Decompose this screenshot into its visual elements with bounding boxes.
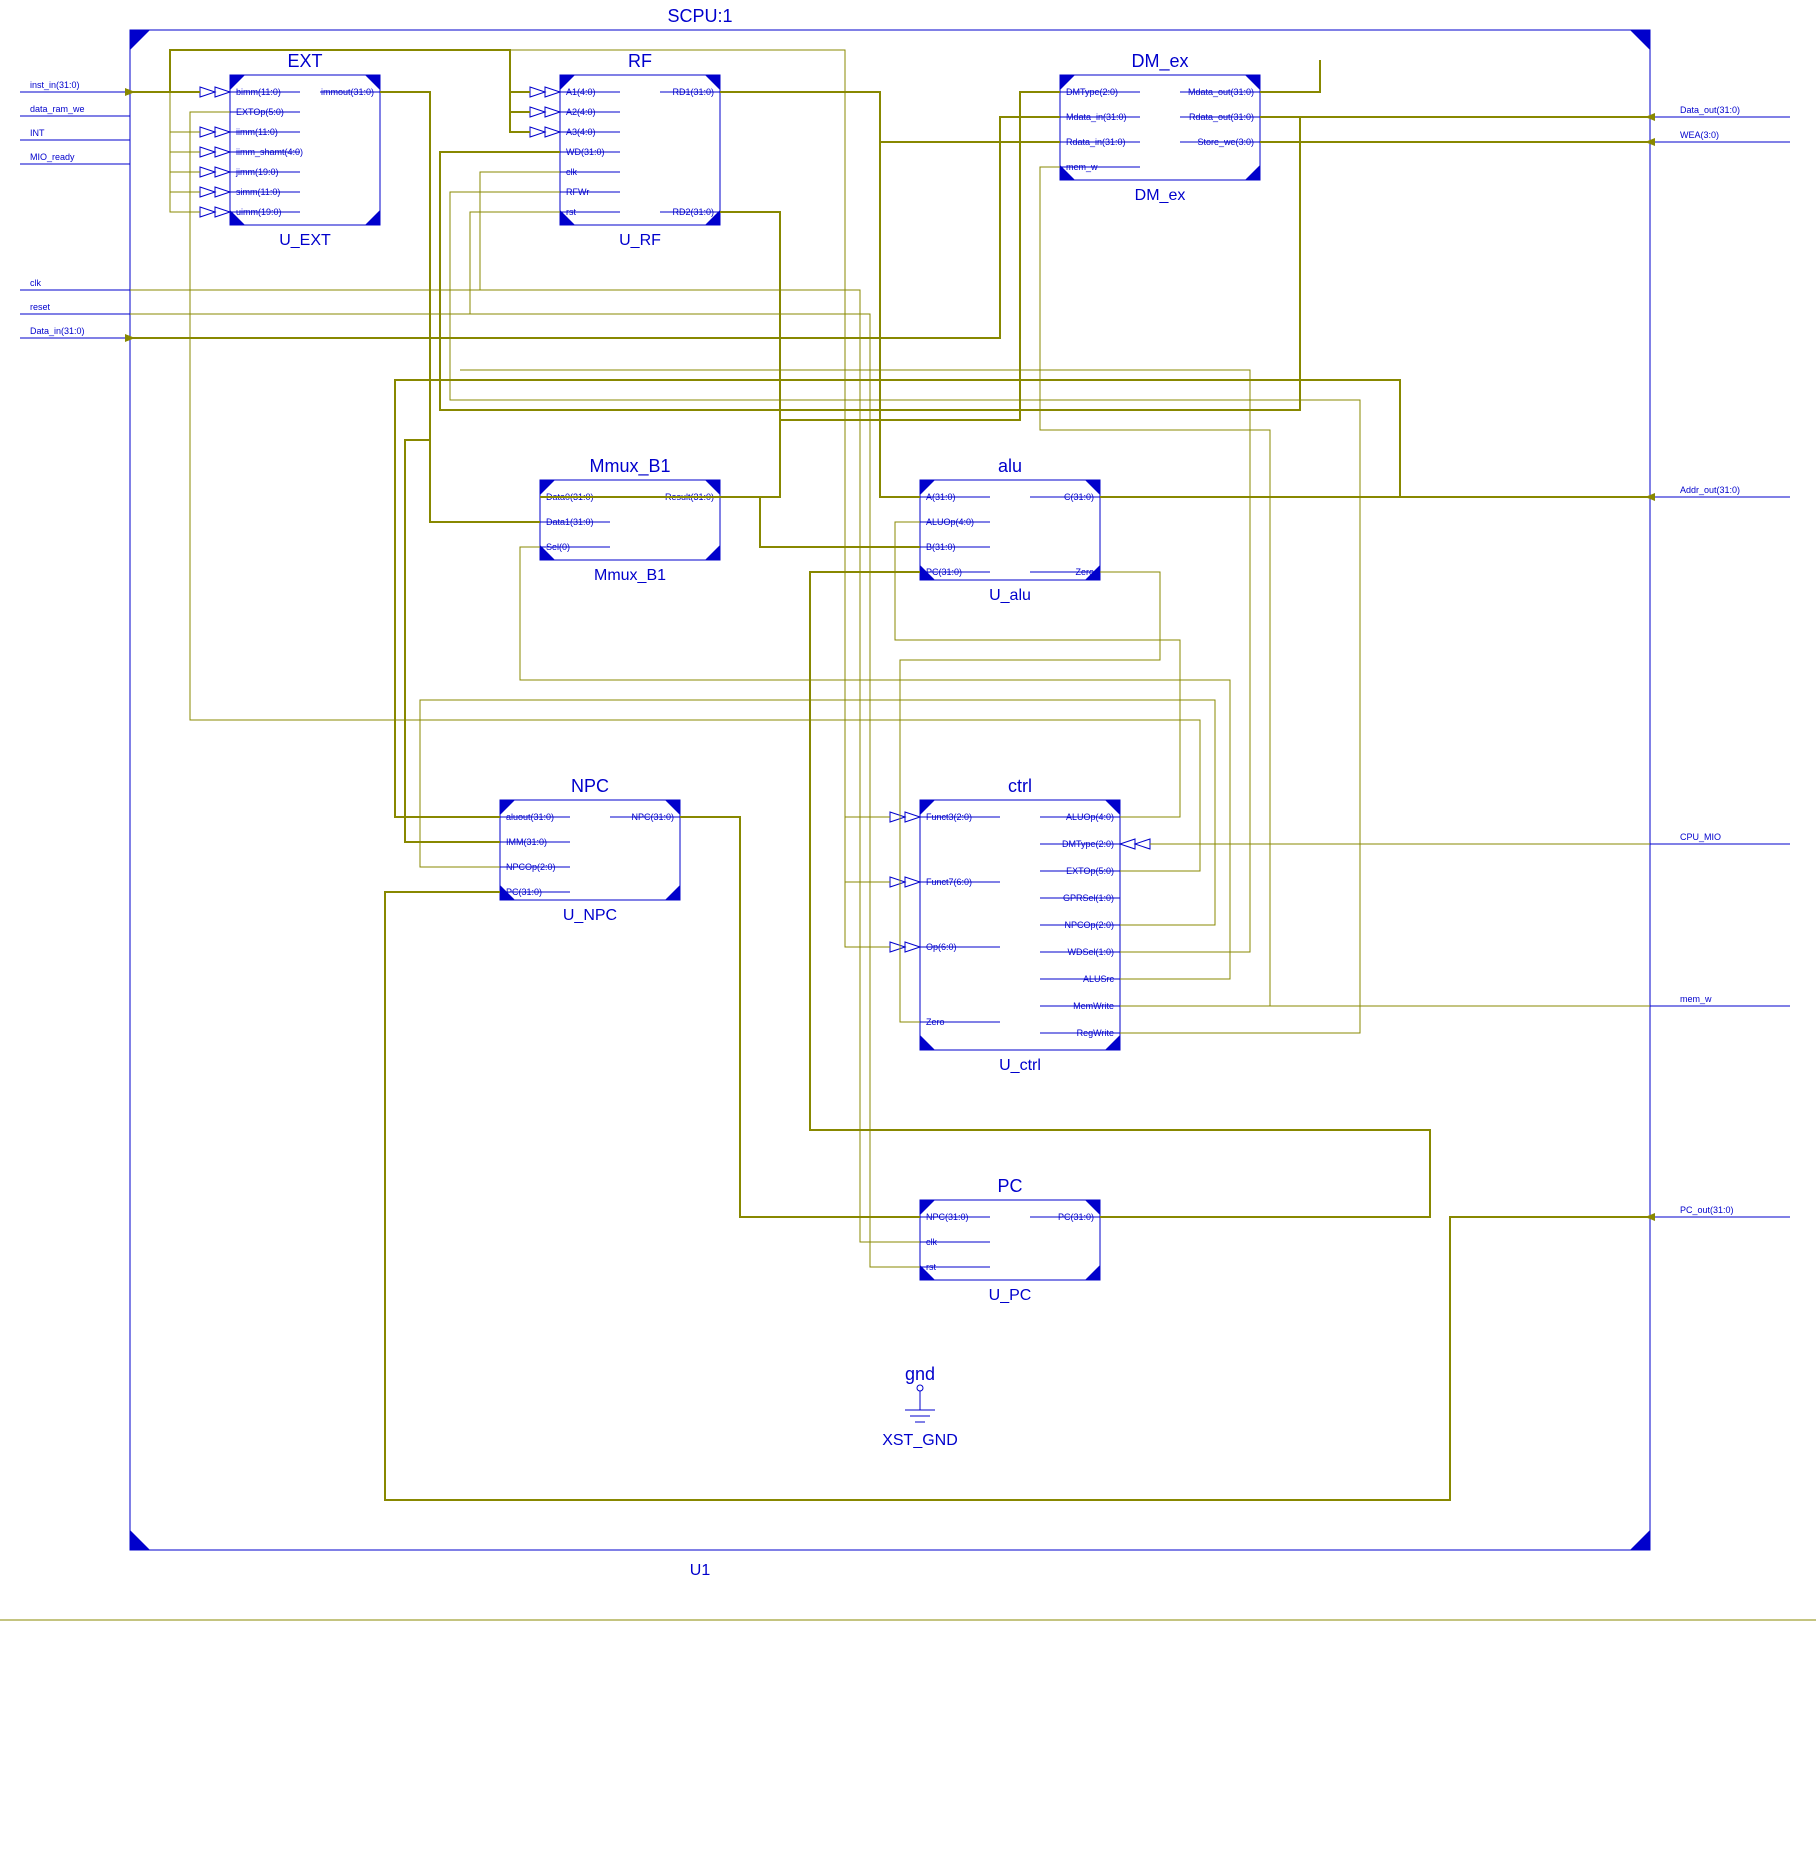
svg-text:Mmux_B1: Mmux_B1 [589, 456, 670, 477]
block-rf: RF U_RF A1(4:0) A2(4:0) A3(4:0) WD(31:0)… [530, 51, 720, 249]
svg-text:Mmux_B1: Mmux_B1 [594, 567, 666, 584]
block-npc: NPC U_NPC aluout(31:0) IMM(31:0) NPCOp(2… [500, 776, 680, 924]
svg-text:PC_out(31:0): PC_out(31:0) [1680, 1205, 1734, 1215]
svg-text:inst_in(31:0): inst_in(31:0) [30, 80, 80, 90]
svg-text:WEA(3:0): WEA(3:0) [1680, 130, 1719, 140]
block-gnd: gnd XST_GND [882, 1364, 958, 1449]
svg-text:PC: PC [997, 1176, 1022, 1196]
svg-text:data_ram_we: data_ram_we [30, 104, 85, 114]
svg-text:Data_in(31:0): Data_in(31:0) [30, 326, 85, 336]
svg-text:MIO_ready: MIO_ready [30, 152, 75, 162]
svg-text:alu: alu [998, 456, 1022, 476]
block-ext: EXT U_EXT bimm(11:0) EXTOp(5:0) iimm(11:… [200, 51, 380, 249]
block-pc: PC U_PC NPC(31:0) clk rst PC(31:0) [920, 1176, 1100, 1304]
svg-text:ctrl: ctrl [1008, 776, 1032, 796]
svg-text:EXT: EXT [287, 51, 322, 71]
block-ctrl: ctrl U_ctrl Funct3(2:0) Funct7(6:0) Op(6… [890, 776, 1150, 1074]
schematic-canvas: SCPU:1 U1 EXT U_EXT bimm(11:0) EXTOp(5:0… [0, 0, 1816, 1870]
top-instance: U1 [690, 1562, 711, 1579]
svg-text:INT: INT [30, 128, 45, 138]
svg-text:mem_w: mem_w [1680, 994, 1712, 1004]
outer-right-ports: Data_out(31:0) WEA(3:0) Addr_out(31:0) C… [1645, 105, 1790, 1221]
svg-text:U_ctrl: U_ctrl [999, 1057, 1041, 1074]
svg-text:CPU_MIO: CPU_MIO [1680, 832, 1721, 842]
svg-text:U_PC: U_PC [989, 1287, 1032, 1304]
block-mmux: Mmux_B1 Mmux_B1 Data0(31:0) Data1(31:0) … [540, 456, 720, 584]
svg-text:Data_out(31:0): Data_out(31:0) [1680, 105, 1740, 115]
outer-left-ports: inst_in(31:0) data_ram_we INT MIO_ready … [20, 80, 135, 342]
svg-text:DM_ex: DM_ex [1135, 187, 1186, 204]
block-dmex: DM_ex DM_ex DMType(2:0) Mdata_in(31:0) R… [1060, 51, 1260, 204]
svg-text:gnd: gnd [905, 1364, 935, 1384]
top-title: SCPU:1 [667, 6, 732, 26]
svg-text:U_alu: U_alu [989, 587, 1031, 604]
svg-text:U_NPC: U_NPC [563, 907, 617, 924]
svg-text:XST_GND: XST_GND [882, 1432, 958, 1449]
svg-text:NPC: NPC [571, 776, 609, 796]
svg-text:reset: reset [30, 302, 51, 312]
svg-text:Addr_out(31:0): Addr_out(31:0) [1680, 485, 1740, 495]
block-alu: alu U_alu A(31:0) ALUOp(4:0) B(31:0) PC(… [920, 456, 1100, 604]
svg-text:U_RF: U_RF [619, 232, 661, 249]
svg-text:DM_ex: DM_ex [1131, 51, 1188, 72]
svg-text:U_EXT: U_EXT [279, 232, 331, 249]
svg-text:clk: clk [30, 278, 41, 288]
wires [130, 50, 1650, 1500]
svg-text:RF: RF [628, 51, 652, 71]
